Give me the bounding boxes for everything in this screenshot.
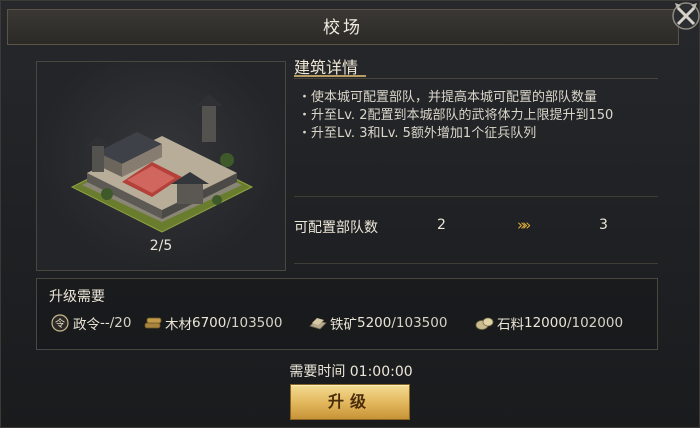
- description-line: ・使本城可配置部队，并提高本城可配置的部队数量: [298, 90, 598, 105]
- training-ground-image: [70, 94, 254, 233]
- details-divider: [294, 78, 658, 79]
- stat-next-value: 3: [599, 217, 608, 233]
- iron-ore-icon: [309, 318, 327, 330]
- svg-text:令: 令: [55, 317, 65, 330]
- wood-icon: [144, 317, 162, 329]
- upgrade-arrow-icon: »»: [517, 216, 532, 234]
- stat-label: 可配置部队数: [294, 220, 378, 236]
- requirements-heading: 升级需要: [49, 289, 105, 305]
- window-title: 校场: [323, 18, 363, 38]
- stat-current-value: 2: [437, 217, 446, 233]
- requirement-iron: 铁矿5200/103500: [308, 313, 447, 333]
- description-line: ・升至Lv. 3和Lv. 5额外增加1个征兵队列: [298, 126, 537, 141]
- stat-divider-top: [294, 196, 658, 197]
- building-info-window: 校场 2/5 建筑详情 ・使本城可配置部队，并提高本城可配置的部队数量 ・升至L…: [0, 0, 700, 428]
- upgrade-time: 需要时间 01:00:00: [289, 364, 413, 380]
- close-button[interactable]: [671, 1, 700, 31]
- close-icon: [672, 2, 700, 30]
- decree-icon: 令: [51, 314, 69, 332]
- upgrade-button[interactable]: 升级: [290, 384, 410, 420]
- requirement-wood: 木材6700/103500: [143, 313, 282, 333]
- building-preview-panel: 2/5: [36, 61, 286, 271]
- requirement-stone: 石料12000/102000: [475, 313, 623, 333]
- title-bar: 校场: [7, 9, 679, 45]
- description-line: ・升至Lv. 2配置到本城部队的武将体力上限提升到150: [298, 108, 614, 123]
- upgrade-button-label: 升级: [327, 392, 372, 411]
- stat-divider-bottom: [294, 263, 658, 264]
- details-heading-underline: [294, 75, 366, 77]
- requirement-decree: 令 政令--/20: [51, 313, 131, 333]
- building-level: 2/5: [149, 238, 173, 254]
- stone-icon: [475, 317, 494, 330]
